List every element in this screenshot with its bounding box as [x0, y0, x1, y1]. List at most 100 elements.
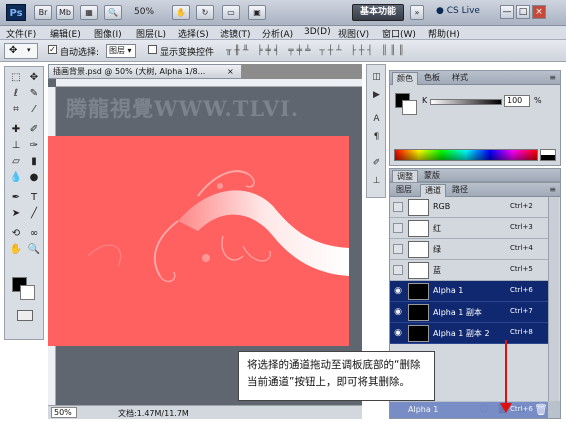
clone-source-panel-icon[interactable]: ⊥: [370, 175, 383, 187]
marquee-tool-icon[interactable]: ⬚: [9, 71, 23, 84]
align-distribute-icons[interactable]: ╥╫╨ ╞╪╡ ╤╪╧ ┬┼┴ ├┼┤ ║║║: [226, 46, 407, 56]
quick-select-tool-icon[interactable]: ✎: [27, 87, 41, 100]
history-panel-icon[interactable]: ◫: [370, 71, 383, 83]
pointer-arrow-line: [505, 340, 507, 408]
zoom-tool-button[interactable]: 🔍: [104, 5, 122, 20]
channel-row-alpha-1[interactable]: ◉ Alpha 1 Ctrl+6: [390, 281, 548, 302]
document-tab[interactable]: 插画背景.psd @ 50% (大树, Alpha 1/8... ×: [48, 64, 242, 79]
clone-stamp-tool-icon[interactable]: ⊥: [9, 139, 23, 152]
visibility-toggle[interactable]: [393, 265, 403, 275]
hand-tool-icon[interactable]: ✋: [9, 243, 23, 256]
screen-mode-button[interactable]: ▣: [248, 5, 266, 20]
panel-menu-icon[interactable]: ≡: [549, 73, 556, 82]
close-tab-icon[interactable]: ×: [227, 65, 234, 78]
menu-3d[interactable]: 3D(D): [304, 27, 331, 37]
tab-color[interactable]: 颜色: [392, 72, 418, 85]
character-panel-icon[interactable]: A: [370, 113, 383, 125]
k-slider[interactable]: [430, 99, 502, 105]
workspace-essentials-button[interactable]: 基本功能: [352, 4, 404, 21]
actions-panel-icon[interactable]: ▶: [370, 89, 383, 101]
channel-row-alpha-1-copy[interactable]: ◉ Alpha 1 副本 Ctrl+7: [390, 302, 548, 323]
auto-select-dropdown[interactable]: 图层 ▾: [106, 44, 136, 58]
zoom-level[interactable]: 50%: [134, 7, 154, 17]
crop-tool-icon[interactable]: ⌗: [9, 103, 23, 116]
rotate-view-button[interactable]: ↻: [196, 5, 214, 20]
type-tool-icon[interactable]: T: [27, 191, 41, 204]
pen-tool-icon[interactable]: ✒: [9, 191, 23, 204]
lasso-tool-icon[interactable]: ℓ: [9, 87, 23, 100]
visibility-toggle[interactable]: [393, 202, 403, 212]
image-canvas[interactable]: [48, 136, 349, 346]
minimize-button[interactable]: —: [500, 5, 514, 19]
black-white-ramp[interactable]: [540, 149, 556, 161]
3d-orbit-tool-icon[interactable]: ∞: [27, 227, 41, 240]
tab-layers[interactable]: 图层: [392, 184, 416, 197]
auto-select-checkbox[interactable]: ✓: [48, 45, 57, 54]
menu-layer[interactable]: 图层(L): [136, 27, 166, 40]
show-transform-checkbox[interactable]: [148, 45, 157, 54]
menu-file[interactable]: 文件(F): [6, 27, 36, 40]
k-value-input[interactable]: 100: [504, 95, 530, 107]
arrange-documents-button[interactable]: ▭: [222, 5, 240, 20]
menu-help[interactable]: 帮助(H): [428, 27, 460, 40]
menu-select[interactable]: 选择(S): [178, 27, 209, 40]
menu-image[interactable]: 图像(I): [94, 27, 122, 40]
panel-menu-icon[interactable]: ≡: [549, 185, 556, 194]
path-selection-tool-icon[interactable]: ➤: [9, 207, 23, 220]
channel-row-blue[interactable]: 蓝 Ctrl+5: [390, 260, 548, 281]
brush-tool-icon[interactable]: ✐: [27, 123, 41, 136]
menu-edit[interactable]: 编辑(E): [50, 27, 81, 40]
brush-panel-icon[interactable]: ✐: [370, 157, 383, 169]
zoom-tool-icon[interactable]: 🔍: [27, 243, 41, 256]
channel-shortcut: Ctrl+7: [510, 307, 533, 315]
blur-tool-icon[interactable]: 💧: [9, 171, 23, 184]
history-brush-tool-icon[interactable]: ✑: [27, 139, 41, 152]
dodge-tool-icon[interactable]: ●: [27, 171, 41, 184]
shape-tool-icon[interactable]: ╱: [27, 207, 41, 220]
eye-icon[interactable]: ◉: [393, 328, 403, 338]
paragraph-panel-icon[interactable]: ¶: [370, 131, 383, 143]
background-color-swatch[interactable]: [20, 285, 35, 300]
healing-brush-tool-icon[interactable]: ✚: [9, 123, 23, 136]
channel-row-red[interactable]: 红 Ctrl+3: [390, 218, 548, 239]
channel-row-green[interactable]: 绿 Ctrl+4: [390, 239, 548, 260]
hand-tool-button[interactable]: ✋: [172, 5, 190, 20]
color-spectrum-ramp[interactable]: [394, 149, 538, 161]
move-tool-icon[interactable]: ✥: [27, 71, 41, 84]
workspace-menu-icon[interactable]: »: [410, 5, 424, 20]
menu-view[interactable]: 视图(V): [338, 27, 369, 40]
bridge-button[interactable]: Br: [34, 5, 52, 20]
eye-icon[interactable]: ◉: [393, 307, 403, 317]
3d-rotate-tool-icon[interactable]: ⟲: [9, 227, 23, 240]
gradient-tool-icon[interactable]: ▮: [27, 155, 41, 168]
close-button[interactable]: ×: [532, 5, 546, 19]
mini-bridge-button[interactable]: Mb: [56, 5, 74, 20]
channel-shortcut: Ctrl+4: [510, 244, 533, 252]
tool-preset-picker[interactable]: ✥ ▾: [4, 43, 38, 59]
channel-row-rgb[interactable]: RGB Ctrl+2: [390, 197, 548, 218]
channel-row-alpha-1-copy-2[interactable]: ◉ Alpha 1 副本 2 Ctrl+8: [390, 323, 548, 344]
channels-scrollbar[interactable]: [548, 197, 559, 407]
eye-icon[interactable]: ◉: [393, 286, 403, 296]
eyedropper-tool-icon[interactable]: ⁄: [27, 103, 41, 116]
menu-analysis[interactable]: 分析(A): [262, 27, 293, 40]
quick-mask-button[interactable]: [17, 310, 33, 321]
menu-filter[interactable]: 滤镜(T): [220, 27, 251, 40]
tab-channels[interactable]: 通道: [420, 184, 446, 197]
channel-thumbnail: [408, 283, 429, 300]
maximize-button[interactable]: □: [516, 5, 530, 19]
tab-paths[interactable]: 路径: [448, 184, 472, 197]
horizontal-ruler[interactable]: [56, 79, 362, 87]
visibility-toggle[interactable]: [393, 244, 403, 254]
tab-swatches[interactable]: 色板: [420, 72, 444, 85]
document-size-info[interactable]: 文档:1.47M/11.7M: [118, 408, 189, 419]
cs-live-button[interactable]: ● CS Live: [436, 6, 480, 16]
eraser-tool-icon[interactable]: ▱: [9, 155, 23, 168]
view-extras-button[interactable]: ▦: [80, 5, 98, 20]
color-background-swatch[interactable]: [402, 100, 417, 115]
delete-channel-trash-icon[interactable]: 🗑: [534, 403, 548, 416]
zoom-field[interactable]: 50%: [51, 407, 77, 418]
tab-styles[interactable]: 样式: [448, 72, 472, 85]
menu-window[interactable]: 窗口(W): [382, 27, 416, 40]
visibility-toggle[interactable]: [393, 223, 403, 233]
